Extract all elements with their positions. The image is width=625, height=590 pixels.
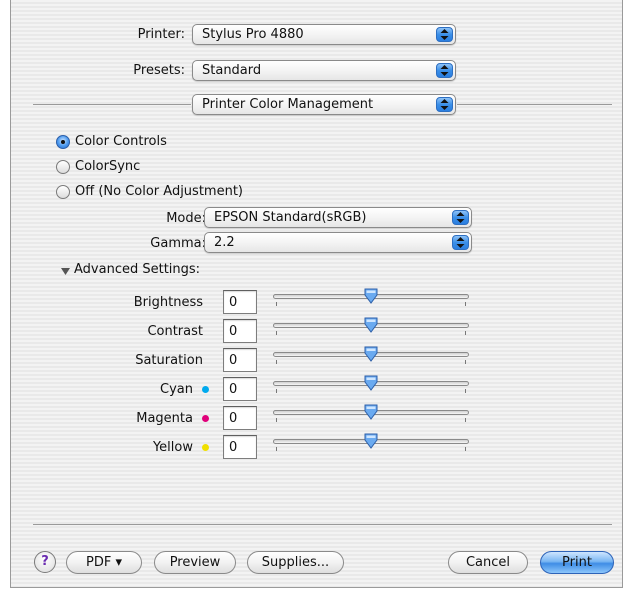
printer-value: Stylus Pro 4880 (202, 27, 304, 42)
yellow-value: 0 (229, 440, 238, 455)
printer-label: Printer: (137, 27, 185, 42)
gamma-value: 2.2 (214, 235, 235, 250)
popup-arrows-icon (436, 97, 453, 112)
yellow-input[interactable]: 0 (223, 435, 257, 459)
brightness-label: Brightness (133, 295, 203, 310)
cyan-color-dot-icon (202, 386, 209, 393)
disclosure-triangle-icon[interactable] (61, 265, 70, 280)
presets-popup[interactable]: Standard (192, 60, 456, 81)
slider-tick (276, 389, 277, 393)
magenta-slider-knob-icon[interactable] (363, 404, 379, 420)
magenta-color-dot-icon (202, 415, 209, 422)
saturation-input[interactable]: 0 (223, 348, 257, 372)
brightness-input[interactable]: 0 (223, 290, 257, 314)
cyan-input[interactable]: 0 (223, 377, 257, 401)
radio-color-controls[interactable] (56, 135, 70, 149)
panel-popup[interactable]: Printer Color Management (192, 94, 456, 115)
popup-arrows-icon (452, 235, 469, 250)
saturation-slider-knob-icon[interactable] (363, 346, 379, 362)
separator-right (457, 104, 612, 105)
magenta-input[interactable]: 0 (223, 406, 257, 430)
radio-colorsync-label: ColorSync (75, 159, 141, 174)
slider-tick (465, 302, 466, 306)
radio-off[interactable] (56, 185, 70, 199)
cyan-slider-knob-icon[interactable] (363, 375, 379, 391)
slider-tick (465, 360, 466, 364)
presets-value: Standard (202, 63, 262, 78)
slider-tick (276, 447, 277, 451)
popup-arrows-icon (436, 63, 453, 78)
mode-popup[interactable]: EPSON Standard(sRGB) (204, 207, 472, 228)
magenta-value: 0 (229, 411, 238, 426)
saturation-label: Saturation (135, 353, 203, 368)
saturation-value: 0 (229, 353, 238, 368)
gamma-popup[interactable]: 2.2 (204, 232, 472, 253)
pdf-button[interactable]: PDF ▾ (66, 551, 142, 574)
yellow-label: Yellow (152, 440, 193, 455)
popup-arrows-icon (436, 27, 453, 42)
printer-popup[interactable]: Stylus Pro 4880 (192, 24, 456, 45)
brightness-value: 0 (229, 295, 238, 310)
slider-tick (465, 418, 466, 422)
mode-label: Mode: (166, 211, 206, 226)
slider-tick (276, 331, 277, 335)
slider-tick (465, 447, 466, 451)
slider-tick (276, 360, 277, 364)
mode-value: EPSON Standard(sRGB) (214, 210, 367, 225)
yellow-slider-knob-icon[interactable] (363, 433, 379, 449)
magenta-label: Magenta (136, 411, 193, 426)
contrast-label: Contrast (147, 324, 203, 339)
yellow-color-dot-icon (202, 444, 209, 451)
cyan-value: 0 (229, 382, 238, 397)
presets-label: Presets: (133, 63, 185, 78)
popup-arrows-icon (452, 210, 469, 225)
slider-tick (276, 302, 277, 306)
contrast-slider-knob-icon[interactable] (363, 317, 379, 333)
contrast-value: 0 (229, 324, 238, 339)
separator-left (33, 104, 191, 105)
supplies-button[interactable]: Supplies... (247, 551, 344, 574)
cancel-button[interactable]: Cancel (448, 551, 528, 574)
print-dialog: Printer: Stylus Pro 4880 Presets: Standa… (10, 0, 623, 588)
slider-tick (465, 331, 466, 335)
contrast-input[interactable]: 0 (223, 319, 257, 343)
radio-colorsync[interactable] (56, 160, 70, 174)
gamma-label: Gamma: (150, 236, 206, 251)
slider-tick (276, 418, 277, 422)
help-button[interactable]: ? (34, 551, 56, 573)
preview-button[interactable]: Preview (154, 551, 236, 574)
panel-value: Printer Color Management (202, 97, 374, 112)
print-button[interactable]: Print (540, 551, 614, 574)
cyan-label: Cyan (160, 382, 193, 397)
advanced-settings-label[interactable]: Advanced Settings: (74, 262, 200, 277)
bottom-separator (33, 524, 612, 525)
slider-tick (465, 389, 466, 393)
brightness-slider-knob-icon[interactable] (363, 288, 379, 304)
radio-color-controls-label: Color Controls (75, 134, 167, 149)
radio-off-label: Off (No Color Adjustment) (75, 184, 243, 199)
